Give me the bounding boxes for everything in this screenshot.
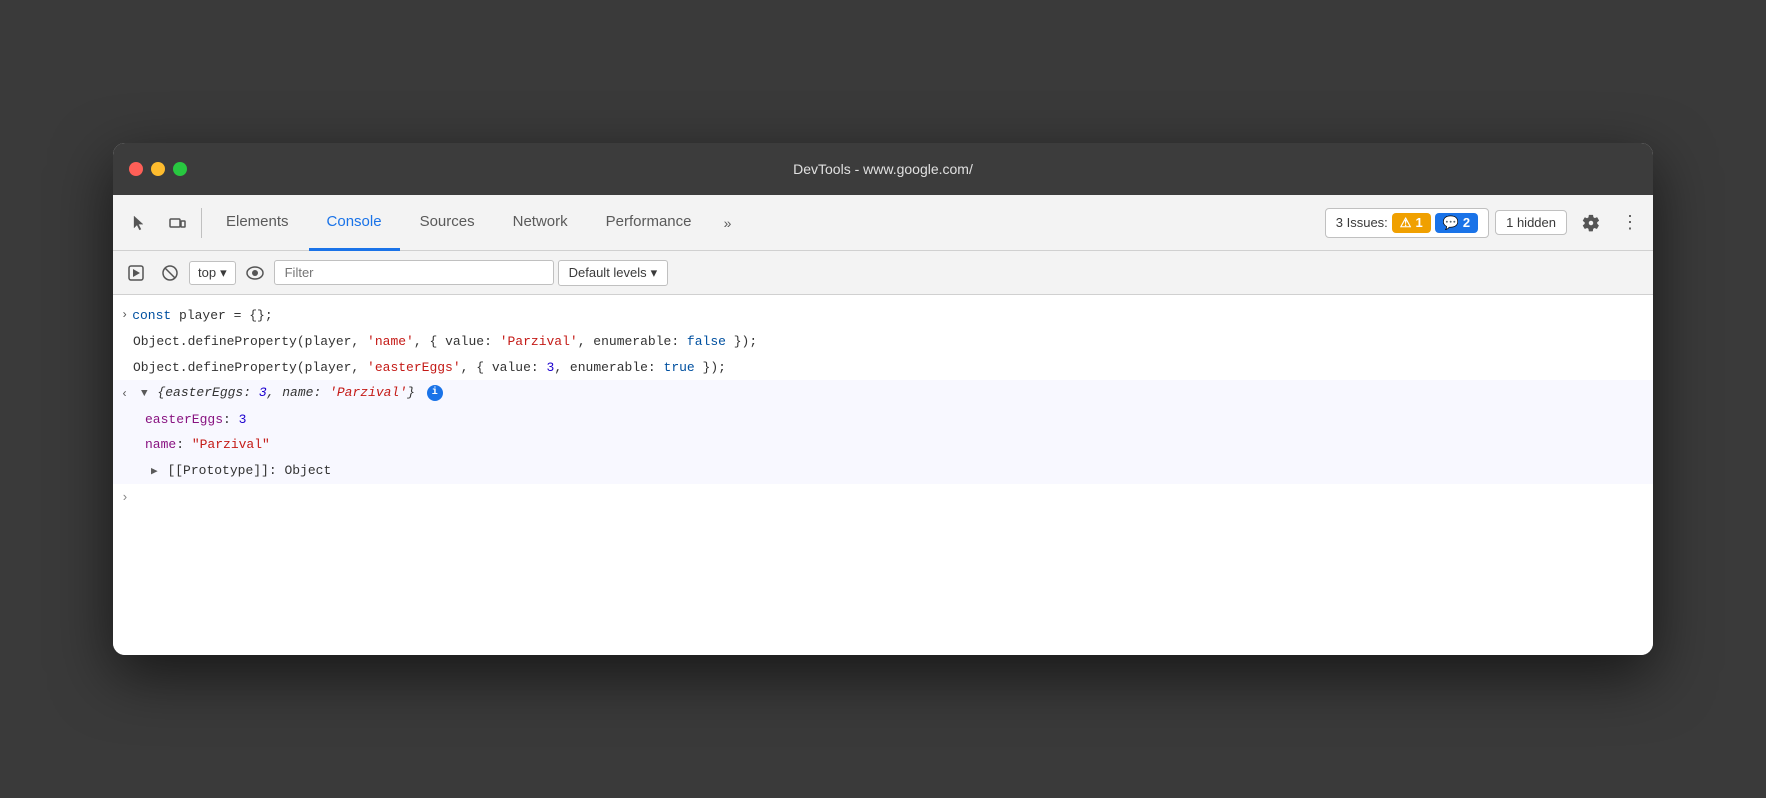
- window-title: DevTools - www.google.com/: [793, 161, 973, 177]
- maximize-button[interactable]: [173, 162, 187, 176]
- console-code-1: const player = {};: [132, 306, 1645, 327]
- tab-network[interactable]: Network: [495, 195, 586, 251]
- devices-icon: [168, 214, 186, 232]
- execute-icon: [128, 265, 144, 281]
- divider-1: [201, 208, 202, 238]
- tab-console[interactable]: Console: [309, 195, 400, 251]
- main-toolbar: Elements Console Sources Network Perform…: [113, 195, 1653, 251]
- prop-eastereggs-code: easterEggs: 3: [145, 410, 1645, 431]
- prototype-code: ▶ [[Prototype]]: Object: [151, 461, 1645, 482]
- expand-triangle-icon[interactable]: ▼: [141, 386, 148, 404]
- console-toolbar: top ▾ Default levels ▾: [113, 251, 1653, 295]
- output-arrow-1: ‹: [121, 385, 135, 404]
- code-text-1: player = {};: [171, 308, 272, 323]
- chat-badge: 💬 2: [1435, 213, 1478, 233]
- object-info-icon[interactable]: i: [427, 385, 443, 401]
- execute-icon-button[interactable]: [121, 258, 151, 288]
- console-output-object: ▼ {easterEggs: 3, name: 'Parzival'} i: [141, 383, 1645, 404]
- toolbar-right: 3 Issues: ⚠ 1 💬 2 1 hidden ⋮: [1325, 205, 1645, 241]
- console-input-entry-1: › const player = {};: [113, 303, 1653, 329]
- device-toolbar-icon-button[interactable]: [159, 205, 195, 241]
- tab-elements[interactable]: Elements: [208, 195, 307, 251]
- console-output-entry-1: ‹ ▼ {easterEggs: 3, name: 'Parzival'} i: [113, 380, 1653, 406]
- minimize-button[interactable]: [151, 162, 165, 176]
- tab-sources[interactable]: Sources: [402, 195, 493, 251]
- tab-performance[interactable]: Performance: [588, 195, 710, 251]
- clear-icon: [162, 265, 178, 281]
- dropdown-arrow-icon: ▾: [220, 265, 227, 281]
- context-selector[interactable]: top ▾: [189, 261, 236, 285]
- cursor-icon: [130, 214, 148, 232]
- warning-badge: ⚠ 1: [1392, 213, 1431, 233]
- console-prop-name: name: "Parzival": [113, 432, 1653, 458]
- traffic-lights: [129, 162, 187, 176]
- clear-icon-button[interactable]: [155, 258, 185, 288]
- gear-icon: [1582, 214, 1600, 232]
- live-expression-icon-button[interactable]: [240, 258, 270, 288]
- input-arrow-1[interactable]: ›: [121, 306, 128, 325]
- filter-input[interactable]: [274, 260, 554, 285]
- hidden-count[interactable]: 1 hidden: [1495, 210, 1567, 235]
- more-tabs-button[interactable]: »: [712, 207, 744, 239]
- issues-count-bar[interactable]: 3 Issues: ⚠ 1 💬 2: [1325, 208, 1489, 238]
- levels-dropdown-arrow-icon: ▾: [651, 265, 658, 281]
- titlebar: DevTools - www.google.com/: [113, 143, 1653, 195]
- keyword-const: const: [132, 308, 171, 323]
- settings-icon-button[interactable]: [1573, 205, 1609, 241]
- prompt-arrow[interactable]: ›: [121, 488, 129, 509]
- console-output: › const player = {}; Object.defineProper…: [113, 295, 1653, 655]
- devtools-window: DevTools - www.google.com/ Elements Cons…: [113, 143, 1653, 655]
- more-options-button[interactable]: ⋮: [1615, 212, 1645, 233]
- prop-name-code: name: "Parzival": [145, 435, 1645, 456]
- eye-icon: [246, 266, 264, 280]
- log-levels-button[interactable]: Default levels ▾: [558, 260, 669, 286]
- console-input-entry-3: Object.defineProperty(player, 'easterEgg…: [113, 355, 1653, 381]
- prototype-expand-icon[interactable]: ▶: [151, 464, 158, 482]
- close-button[interactable]: [129, 162, 143, 176]
- inspector-icon-button[interactable]: [121, 205, 157, 241]
- console-prop-easter-eggs: easterEggs: 3: [113, 407, 1653, 433]
- console-code-3: Object.defineProperty(player, 'easterEgg…: [133, 358, 1645, 379]
- console-prompt: ›: [113, 484, 1653, 513]
- console-code-2: Object.defineProperty(player, 'name', { …: [133, 332, 1645, 353]
- console-input-entry-2: Object.defineProperty(player, 'name', { …: [113, 329, 1653, 355]
- console-prototype: ▶ [[Prototype]]: Object: [113, 458, 1653, 484]
